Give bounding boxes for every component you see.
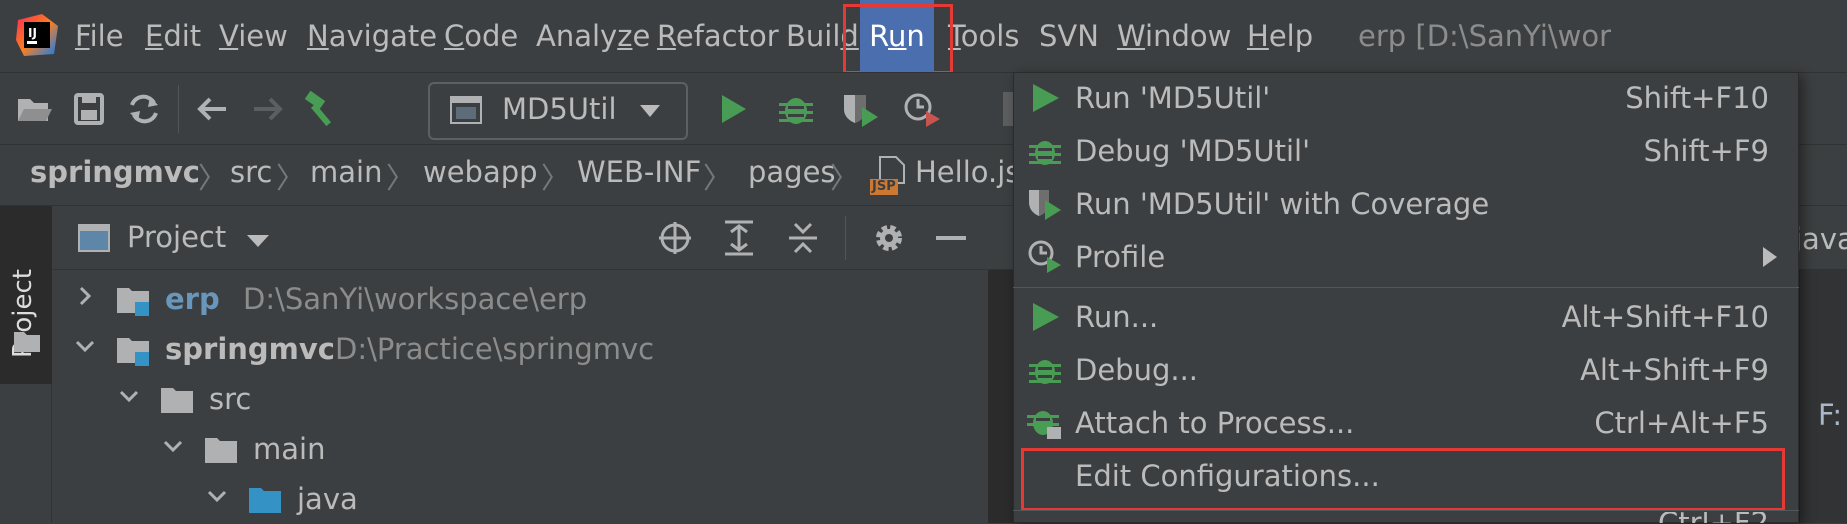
chevron-down-icon[interactable]	[119, 386, 139, 406]
run-with-coverage-icon[interactable]	[840, 91, 880, 127]
run-configuration-dropdown[interactable]: MD5Util	[428, 82, 688, 140]
breadcrumb-src[interactable]: src	[230, 155, 272, 189]
editor-gutter	[1800, 270, 1847, 523]
project-panel-header: Project	[53, 206, 987, 270]
hide-panel-icon[interactable]	[936, 236, 966, 240]
menu-tools[interactable]: Tools	[948, 0, 1019, 72]
menu-item-run-ellipsis[interactable]: Run... Alt+Shift+F10	[1013, 291, 1799, 344]
breadcrumb-hello-jsp[interactable]: Hello.js	[915, 155, 1020, 189]
module-folder-icon	[117, 288, 149, 316]
editor-code-fragment: F:	[1818, 398, 1843, 432]
svg-text:IJ: IJ	[28, 26, 37, 40]
edit-configurations-highlight	[1021, 448, 1785, 511]
folder-icon	[205, 438, 237, 463]
menu-navigate[interactable]: Navigate	[307, 0, 437, 72]
project-view-chevron-down-icon[interactable]	[247, 234, 269, 248]
debug-bug-icon	[1029, 141, 1061, 165]
back-arrow-icon[interactable]	[192, 91, 232, 127]
coverage-shield-icon	[1029, 190, 1061, 220]
menu-refactor[interactable]: Refactor	[657, 0, 779, 72]
menu-code[interactable]: Code	[444, 0, 518, 72]
menu-edit[interactable]: Edit	[145, 0, 201, 72]
stop-icon	[1003, 92, 1013, 126]
tree-item-src: src	[209, 382, 252, 416]
tree-item-main: main	[253, 432, 326, 466]
attach-debugger-icon	[1027, 411, 1061, 439]
menu-help[interactable]: Help	[1247, 0, 1313, 72]
folder-icon	[14, 330, 40, 352]
tree-item-erp: erp	[165, 282, 220, 316]
open-folder-icon[interactable]	[14, 91, 54, 127]
menu-window[interactable]: Window	[1117, 0, 1231, 72]
run-play-icon	[1033, 303, 1059, 331]
menu-svn[interactable]: SVN	[1039, 0, 1099, 72]
profile-icon	[1028, 240, 1061, 273]
menu-view[interactable]: View	[219, 0, 288, 72]
breadcrumb-main[interactable]: main	[310, 155, 382, 189]
module-folder-icon	[117, 338, 149, 366]
editor-tab-fragment[interactable]: java	[1794, 222, 1847, 256]
menu-item-run-md5util[interactable]: Run 'MD5Util' Shift+F10	[1013, 72, 1799, 125]
tree-row[interactable]: java	[53, 476, 987, 524]
breadcrumb-springmvc[interactable]: springmvc	[30, 155, 200, 189]
sync-icon[interactable]	[124, 91, 164, 127]
folder-icon	[161, 388, 193, 413]
tree-item-erp-path: D:\SanYi\workspace\erp	[243, 282, 588, 316]
save-icon[interactable]	[70, 91, 110, 127]
run-play-icon	[1033, 84, 1059, 112]
tree-row[interactable]: main	[53, 426, 987, 474]
collapse-all-icon[interactable]	[785, 220, 821, 256]
chevron-down-icon[interactable]	[75, 336, 95, 356]
chevron-down-icon[interactable]	[207, 486, 227, 506]
source-folder-icon	[249, 488, 281, 513]
tree-item-java: java	[297, 482, 358, 516]
intellij-logo: IJ	[14, 12, 60, 58]
gear-icon[interactable]	[871, 220, 907, 256]
breadcrumb-web-inf[interactable]: WEB-INF	[577, 155, 701, 189]
debug-bug-icon[interactable]	[776, 91, 816, 127]
menu-item-profile[interactable]: Profile	[1013, 231, 1799, 284]
menu-item-run-with-coverage[interactable]: Run 'MD5Util' with Coverage	[1013, 178, 1799, 231]
menu-item-attach-to-process[interactable]: Attach to Process... Ctrl+Alt+F5	[1013, 397, 1799, 450]
partial-menu-item[interactable]: Ctrl+F2	[1013, 512, 1799, 523]
chevron-down-icon[interactable]	[163, 436, 183, 456]
menu-analyze[interactable]: Analyze	[536, 0, 650, 72]
run-play-icon[interactable]	[712, 91, 752, 127]
project-panel-title[interactable]: Project	[127, 220, 226, 254]
jsp-badge: JSP	[870, 179, 898, 195]
tree-item-springmvc-path: D:\Practice\springmvc	[335, 332, 655, 366]
forward-arrow-icon	[248, 91, 288, 127]
run-menu-highlight	[843, 4, 953, 74]
menu-item-debug-md5util[interactable]: Debug 'MD5Util' Shift+F9	[1013, 125, 1799, 178]
tree-row[interactable]: erp D:\SanYi\workspace\erp	[53, 276, 987, 324]
tree-item-springmvc: springmvc	[165, 332, 335, 366]
menu-item-debug-ellipsis[interactable]: Debug... Alt+Shift+F9	[1013, 344, 1799, 397]
run-config-label: MD5Util	[502, 92, 617, 126]
breadcrumb-webapp[interactable]: webapp	[423, 155, 538, 189]
build-hammer-icon[interactable]	[302, 90, 342, 127]
chevron-down-icon	[640, 104, 660, 118]
tree-row[interactable]: springmvc D:\Practice\springmvc	[53, 326, 987, 374]
profile-icon[interactable]	[902, 91, 942, 127]
locate-crosshair-icon[interactable]	[657, 220, 693, 256]
expand-all-icon[interactable]	[721, 220, 757, 256]
tree-row[interactable]: src	[53, 376, 987, 424]
breadcrumb-pages[interactable]: pages	[748, 155, 836, 189]
project-view-icon	[78, 224, 110, 252]
chevron-right-icon[interactable]	[75, 286, 95, 306]
window-title: erp [D:\SanYi\wor	[1358, 19, 1612, 53]
jsp-file-icon: JSP	[870, 155, 910, 197]
application-icon	[450, 96, 482, 124]
submenu-arrow-icon	[1763, 247, 1777, 267]
debug-bug-icon	[1029, 360, 1061, 384]
menu-file[interactable]: File	[75, 0, 124, 72]
